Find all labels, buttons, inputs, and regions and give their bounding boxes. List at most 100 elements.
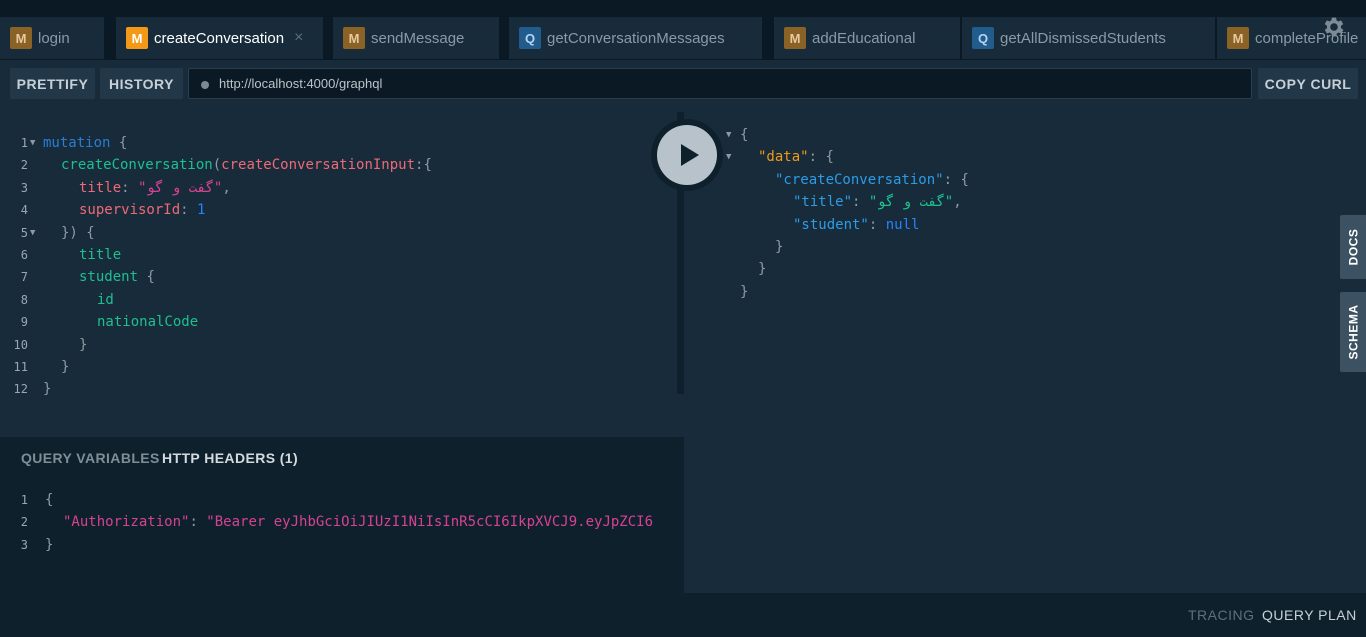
mutation-badge: M: [126, 27, 148, 49]
token-field: title: [79, 246, 122, 263]
connection-status-icon: [201, 81, 209, 89]
token-punct: :: [180, 202, 189, 219]
token-punct: :{: [415, 157, 432, 174]
json-null: null: [885, 216, 920, 233]
query-badge: Q: [972, 27, 994, 49]
prettify-button[interactable]: PRETTIFY: [10, 68, 95, 99]
token-punct: :: [121, 179, 130, 196]
token-argument: title: [79, 179, 122, 196]
copy-curl-button[interactable]: COPY CURL: [1258, 68, 1358, 99]
tab-label: getAllDismissedStudents: [1000, 29, 1166, 47]
tab-http-headers[interactable]: HTTP HEADERS (1): [162, 450, 298, 466]
bottom-bar: TRACING QUERY PLAN: [684, 593, 1366, 637]
token-punct: :: [808, 149, 826, 166]
line-number: 3: [20, 180, 28, 195]
history-button[interactable]: HISTORY: [100, 68, 183, 99]
token-field: nationalCode: [97, 314, 199, 331]
docs-tab[interactable]: DOCS: [1340, 215, 1366, 279]
token-punct: (: [212, 157, 222, 174]
tab-label: getConversationMessages: [547, 29, 725, 47]
json-key: "createConversation": [775, 171, 944, 188]
mutation-badge: M: [1227, 27, 1249, 49]
tab-label: login: [38, 29, 70, 47]
token-punct: }: [740, 283, 749, 300]
token-punct: {: [45, 492, 54, 508]
token-punct: {: [960, 171, 969, 188]
token-punct: {: [825, 149, 834, 166]
headers-code[interactable]: 1 { 2 "Authorization": "Bearer eyJhbGciOiJ…: [0, 489, 684, 556]
token-field: student: [79, 269, 139, 286]
query-badge: Q: [519, 27, 541, 49]
fold-arrow-icon[interactable]: ▼: [726, 124, 731, 146]
tab-label: sendMessage: [371, 29, 465, 47]
json-key: "student": [793, 216, 869, 233]
endpoint-url-input[interactable]: http://localhost:4000/graphql: [188, 68, 1252, 99]
line-number: 12: [13, 382, 28, 397]
query-plan-button[interactable]: QUERY PLAN: [1262, 607, 1357, 623]
line-number: 2: [20, 158, 28, 173]
line-number: 4: [20, 203, 28, 218]
fold-arrow-icon[interactable]: ▼: [30, 132, 35, 154]
fold-arrow-icon[interactable]: ▼: [30, 222, 35, 244]
mutation-badge: M: [343, 27, 365, 49]
tab-getAllDismissedStudents[interactable]: Q getAllDismissedStudents: [962, 17, 1215, 59]
token-punct: }: [61, 358, 70, 375]
token-punct: ,: [222, 179, 231, 196]
tab-login[interactable]: M login: [0, 17, 104, 59]
token-punct: :: [943, 171, 961, 188]
token-punct: }: [43, 381, 52, 398]
line-number: 10: [13, 337, 28, 352]
token-number: 1: [197, 202, 206, 219]
tab-getConversationMessages[interactable]: Q getConversationMessages: [509, 17, 762, 59]
line-number: 1: [20, 493, 28, 507]
tab-query-variables[interactable]: QUERY VARIABLES: [21, 450, 160, 466]
line-number: 6: [20, 247, 28, 262]
header-key: "Authorization": [63, 514, 190, 531]
line-number: 9: [20, 315, 28, 330]
result-code: ▼ { ▼ "data": { "createConversation": { "t…: [684, 124, 1334, 303]
fold-arrow-icon[interactable]: ▼: [726, 146, 731, 168]
tracing-button[interactable]: TRACING: [1188, 607, 1255, 623]
token-argument: createConversationInput: [221, 157, 416, 174]
token-punct: }: [79, 336, 88, 353]
graphql-playground: M login M createConversation × M sendMes…: [0, 0, 1366, 637]
line-number: 11: [13, 359, 28, 374]
json-string: "گفت و گو": [868, 194, 954, 211]
token-string: "گفت و گو": [138, 179, 223, 196]
mutation-badge: M: [784, 27, 806, 49]
close-icon[interactable]: ×: [294, 29, 303, 47]
token-punct: {: [740, 127, 749, 143]
token-operation: createConversation: [61, 157, 213, 174]
run-query-button[interactable]: [651, 119, 723, 191]
token-punct: :: [852, 194, 869, 211]
mutation-badge: M: [10, 27, 32, 49]
token-punct: :: [189, 514, 207, 531]
token-punct: }: [45, 536, 54, 553]
line-number: 1: [20, 136, 28, 150]
tab-createConversation[interactable]: M createConversation ×: [116, 17, 323, 59]
toolbar: PRETTIFY HISTORY http://localhost:4000/g…: [0, 60, 1366, 112]
json-key: "title": [793, 194, 853, 211]
line-number: 3: [20, 537, 28, 552]
tab-addEducational[interactable]: M addEducational: [774, 17, 960, 59]
token-keyword: mutation: [43, 135, 111, 151]
token-punct: {: [146, 269, 155, 286]
query-code[interactable]: 1 ▼ mutation { 2 createConversation(createC…: [0, 132, 670, 401]
line-number: 8: [20, 292, 28, 307]
token-punct: :: [868, 216, 886, 233]
endpoint-url-text: http://localhost:4000/graphql: [219, 76, 383, 91]
token-punct: ,: [953, 194, 962, 211]
header-value: "Bearer eyJhbGciOiJIUzI1NiIsInR5cCI6IkpX…: [206, 514, 654, 531]
line-number: 5: [20, 225, 28, 240]
tab-sendMessage[interactable]: M sendMessage: [333, 17, 499, 59]
line-number: 7: [20, 270, 28, 285]
token-argument: supervisorId: [79, 202, 181, 219]
schema-tab[interactable]: SCHEMA: [1340, 292, 1366, 372]
docs-tab-label: DOCS: [1346, 228, 1361, 266]
gear-icon[interactable]: [1320, 14, 1348, 42]
token-punct: }: [758, 261, 767, 278]
schema-tab-label: SCHEMA: [1346, 304, 1361, 360]
tab-label: createConversation: [154, 29, 285, 47]
tab-bar: M login M createConversation × M sendMes…: [0, 0, 1366, 60]
line-number: 2: [20, 515, 28, 530]
